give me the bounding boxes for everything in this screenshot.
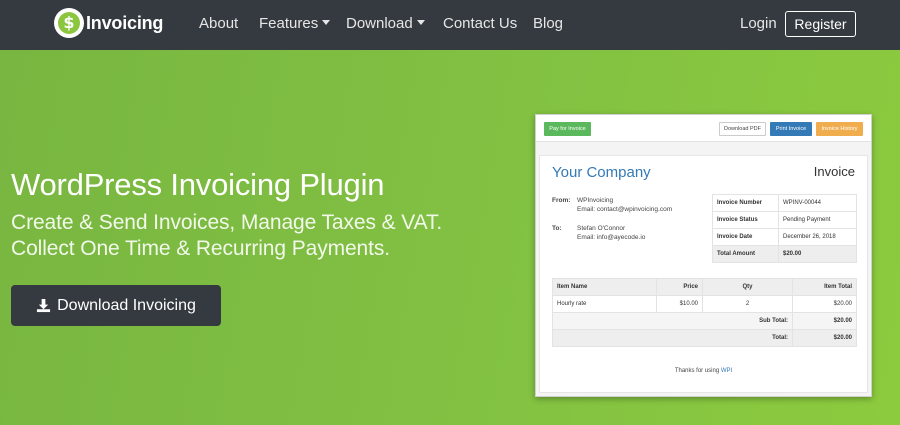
brand-logo-link[interactable]: $ Invoicing <box>54 7 163 39</box>
item-qty-cell: 2 <box>702 295 793 313</box>
invoice-company-name: Your Company <box>552 164 651 181</box>
table-row: Invoice Date December 26, 2018 <box>712 228 857 246</box>
pay-invoice-button[interactable]: Pay for Invoice <box>544 122 591 136</box>
item-total-cell: $20.00 <box>792 295 857 313</box>
download-button-label: Download Invoicing <box>57 296 196 314</box>
invoice-items-table: Item Name Price Qty Item Total Hourly ra… <box>552 278 857 347</box>
meta-key: Invoice Number <box>712 194 779 212</box>
from-label: From: <box>552 197 571 204</box>
caret-down-icon <box>416 20 425 25</box>
download-invoicing-button[interactable]: Download Invoicing <box>11 285 221 326</box>
dollar-logo-icon: $ <box>54 8 84 38</box>
meta-value: Pending Payment <box>778 211 857 229</box>
subtotal-label: Sub Total: <box>552 312 793 330</box>
download-icon <box>37 298 51 313</box>
caret-down-icon <box>322 20 331 25</box>
item-name-cell: Hourly rate <box>552 295 657 313</box>
hero-title: WordPress Invoicing Plugin <box>11 167 385 202</box>
table-header-row: Item Name Price Qty Item Total <box>552 278 857 296</box>
download-pdf-button[interactable]: Download PDF <box>719 122 766 136</box>
from-address: From: WPInvoicing Email: contact@wpinvoi… <box>552 196 702 216</box>
print-invoice-button[interactable]: Print Invoice <box>770 122 812 136</box>
from-name: WPInvoicing <box>577 197 614 204</box>
meta-value: WPINV-00044 <box>778 194 857 212</box>
table-row: Total Amount $20.00 <box>712 245 857 263</box>
to-name: Stefan O'Connor <box>577 225 626 232</box>
invoice-meta-table: Invoice Number WPINV-00044 Invoice Statu… <box>712 194 857 263</box>
to-label: To: <box>552 225 562 232</box>
register-button[interactable]: Register <box>785 11 856 37</box>
nav-link-features[interactable]: Features <box>259 14 331 34</box>
column-header: Price <box>656 278 703 296</box>
column-header: Item Name <box>552 278 657 296</box>
hero-subtitle-line1: Create & Send Invoices, Manage Taxes & V… <box>11 211 443 234</box>
nav-link-download[interactable]: Download <box>346 14 425 34</box>
to-address: To: Stefan O'Connor Email: info@ayecode.… <box>552 224 702 244</box>
total-label: Total: <box>552 329 793 347</box>
item-price-cell: $10.00 <box>656 295 703 313</box>
thanks-text: Thanks for using <box>674 368 720 374</box>
login-link[interactable]: Login <box>740 14 777 34</box>
column-header: Qty <box>702 278 793 296</box>
to-email: Email: info@ayecode.io <box>577 234 646 241</box>
subtotal-row: Sub Total: $20.00 <box>552 312 857 330</box>
nav-link-blog[interactable]: Blog <box>533 14 563 34</box>
hero-subtitle-line2: Collect One Time & Recurring Payments. <box>11 237 391 260</box>
meta-value: December 26, 2018 <box>778 228 857 246</box>
invoice-preview-screenshot: Pay for Invoice Download PDF Print Invoi… <box>535 114 872 397</box>
meta-key: Total Amount <box>712 245 779 263</box>
wpi-link[interactable]: WPI <box>721 368 732 374</box>
invoice-heading: Invoice <box>813 164 855 179</box>
subtotal-value: $20.00 <box>792 312 857 330</box>
thanks-footer: Thanks for using WPI <box>540 368 867 374</box>
meta-key: Invoice Status <box>712 211 779 229</box>
total-value: $20.00 <box>792 329 857 347</box>
meta-key: Invoice Date <box>712 228 779 246</box>
nav-link-features-label: Features <box>259 15 319 32</box>
invoice-toolbar: Pay for Invoice Download PDF Print Invoi… <box>536 115 871 142</box>
table-row: Hourly rate $10.00 2 $20.00 <box>552 295 857 313</box>
nav-link-download-label: Download <box>346 15 413 32</box>
invoice-document: Your Company Invoice From: WPInvoicing E… <box>539 155 868 393</box>
meta-value: $20.00 <box>778 245 857 263</box>
top-navbar: $ Invoicing About Features Download Cont… <box>0 0 900 50</box>
column-header: Item Total <box>792 278 857 296</box>
invoice-history-button[interactable]: Invoice History <box>816 122 863 136</box>
brand-name: Invoicing <box>86 12 164 33</box>
table-row: Invoice Status Pending Payment <box>712 211 857 229</box>
from-email: Email: contact@wpinvoicing.com <box>577 206 673 213</box>
total-row: Total: $20.00 <box>552 329 857 347</box>
logo-glyph: $ <box>58 12 80 34</box>
nav-link-contact[interactable]: Contact Us <box>443 14 517 34</box>
nav-link-about[interactable]: About <box>199 14 238 34</box>
table-row: Invoice Number WPINV-00044 <box>712 194 857 212</box>
